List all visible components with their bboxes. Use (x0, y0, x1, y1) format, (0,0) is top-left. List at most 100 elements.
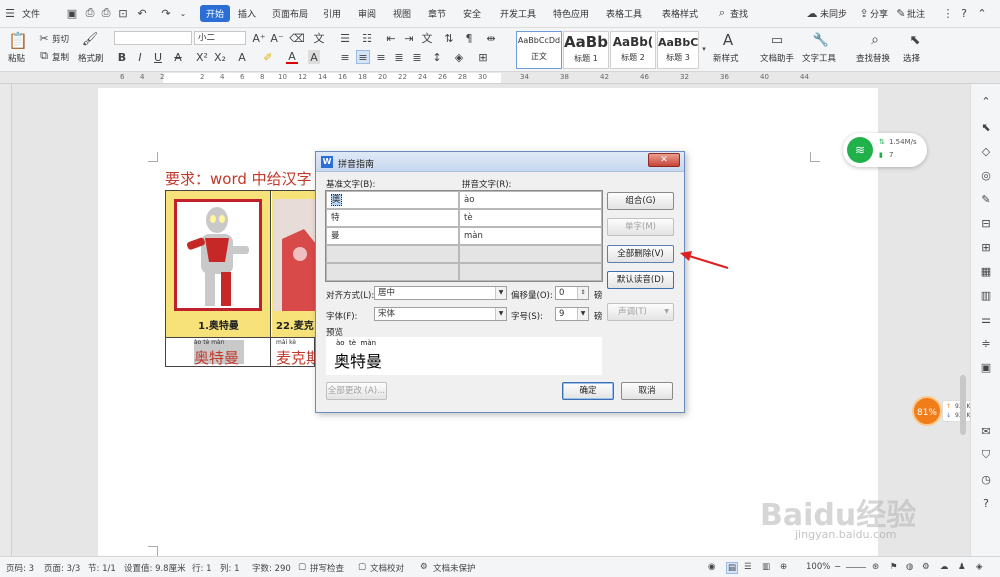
chinese-layout-icon[interactable]: 文 (420, 31, 434, 45)
superscript-icon[interactable]: X² (196, 50, 208, 64)
underline-button[interactable]: U (152, 50, 164, 64)
status-page-number[interactable]: 页码: 3 (6, 562, 34, 574)
style-normal[interactable]: AaBbCcDd 正文 (516, 31, 562, 69)
align-right-icon[interactable]: ≡ (374, 50, 388, 64)
document-heading[interactable]: 要求：word 中给汉字 (165, 168, 312, 189)
shape-icon[interactable]: ◇ (979, 144, 993, 158)
location-icon[interactable]: ◎ (979, 168, 993, 182)
text-tools-icon[interactable]: 🔧 (812, 31, 830, 49)
zoom-out-icon[interactable]: − (834, 562, 841, 572)
sort-icon[interactable]: ⇅ (442, 31, 456, 45)
web-view-icon[interactable]: ⊕ (780, 562, 787, 572)
strikethrough-icon[interactable]: A (172, 50, 184, 64)
status-word-count[interactable]: 字数: 290 (252, 562, 291, 574)
cancel-button[interactable]: 取消 (621, 382, 673, 400)
style-heading-2[interactable]: AaBb( 标题 2 (610, 31, 656, 69)
help-icon[interactable]: ? (958, 7, 970, 20)
offset-stepper[interactable]: 0 ⇕ (555, 286, 589, 300)
cut-icon[interactable]: ✂ (38, 32, 50, 45)
menu-icon[interactable]: ☰ (4, 7, 16, 20)
vertical-ruler[interactable] (0, 84, 12, 556)
page-view-icon[interactable]: ▤ (726, 562, 739, 574)
status-setting[interactable]: 设置值: 9.8厘米 (124, 562, 186, 574)
sync-status[interactable]: 未同步 (820, 7, 847, 20)
table-cell-2[interactable]: 22.麦克 (272, 191, 316, 337)
base-cell-2[interactable]: 特 (326, 209, 459, 227)
tab-review[interactable]: 审阅 (358, 7, 376, 20)
group-button[interactable]: 组合(G) (607, 192, 674, 210)
tab-references[interactable]: 引用 (323, 7, 341, 20)
preview-icon[interactable]: ⊡ (117, 7, 129, 20)
phonetic-guide-icon[interactable]: 文 (312, 31, 326, 45)
select-cursor-icon[interactable]: ⬉ (979, 120, 993, 134)
status-section[interactable]: 节: 1/1 (88, 562, 116, 574)
increase-indent-icon[interactable]: ⇥ (402, 31, 416, 45)
export-icon[interactable]: ⎙ (84, 6, 96, 19)
help-icon[interactable]: ? (979, 496, 993, 510)
tab-stops-icon[interactable]: ⇹ (484, 31, 498, 45)
table-cell-4[interactable]: mài kè 麦克斯 (272, 338, 316, 367)
font-name-input[interactable] (114, 31, 192, 45)
table-icon[interactable]: ⊞ (979, 240, 993, 254)
dialog-close-icon[interactable]: ✕ (648, 153, 680, 167)
image-icon[interactable]: ▣ (979, 360, 993, 374)
document-table[interactable]: 1.奥特曼 22.麦克 ào tè màn 奥特曼 mài kè 麦克斯 (165, 190, 316, 367)
sliders-icon[interactable]: ⚌ (979, 312, 993, 326)
doc-helper-button[interactable]: 文档助手 (760, 52, 794, 64)
spell-check-button[interactable]: 拼写检查 (310, 562, 344, 574)
customize-chevron-icon[interactable]: ⌄ (178, 7, 188, 19)
copy-button[interactable]: 复制 (52, 51, 69, 63)
tab-table-tools[interactable]: 表格工具 (606, 7, 642, 20)
justify-icon[interactable]: ≣ (392, 50, 406, 64)
library-icon[interactable]: ⊟ (979, 216, 993, 230)
style-heading-1[interactable]: AaBb 标题 1 (563, 31, 609, 69)
single-char-button[interactable]: 单字(M) (607, 218, 674, 236)
tab-chapter[interactable]: 章节 (428, 7, 446, 20)
collapse-ribbon-icon[interactable]: ⌃ (976, 7, 988, 20)
format-painter-icon[interactable]: 🖌 (82, 31, 99, 47)
clear-all-button[interactable]: 全部删除(V) (607, 245, 674, 263)
search-icon[interactable]: ⌕ (716, 6, 728, 19)
font-select[interactable]: 宋体 ▼ (374, 307, 507, 321)
bullets-icon[interactable]: ☰ (338, 31, 352, 45)
new-style-icon[interactable]: A (718, 31, 738, 49)
select-cursor-icon[interactable]: ⬉ (906, 31, 924, 49)
highlight-icon[interactable]: ✐ (262, 50, 274, 64)
style-heading-3[interactable]: AaBbC( 标题 3 (657, 31, 699, 69)
select-button[interactable]: 选择 (903, 52, 920, 64)
tab-home[interactable]: 开始 (200, 5, 231, 22)
find-replace-icon[interactable]: ⌕ (866, 31, 884, 49)
redo-icon[interactable]: ↷ (160, 7, 172, 20)
horizontal-ruler[interactable]: 6 4 2 2 4 6 8 10 12 14 16 18 20 22 24 26… (0, 72, 1000, 84)
text-effect-icon[interactable]: A (236, 50, 248, 64)
italic-button[interactable]: I (134, 50, 146, 64)
menu-search[interactable]: 查找 (730, 7, 748, 20)
find-replace-button[interactable]: 查找替换 (856, 52, 890, 64)
table-cell-1[interactable]: 1.奥特曼 (166, 191, 271, 337)
new-style-button[interactable]: 新样式 (713, 52, 739, 64)
style-icon[interactable]: ✎ (979, 192, 993, 206)
shield-icon[interactable]: ⛉ (979, 448, 993, 462)
change-all-button[interactable]: 全部更改 (A)... (326, 382, 387, 400)
tab-insert[interactable]: 插入 (238, 7, 256, 20)
filter-icon[interactable]: ≑ (979, 336, 993, 350)
show-marks-icon[interactable]: ¶ (462, 31, 476, 45)
default-reading-button[interactable]: 默认读音(D) (607, 271, 674, 289)
cut-button[interactable]: 剪切 (52, 33, 69, 45)
font-color-icon[interactable]: A (286, 50, 298, 64)
paste-icon[interactable]: 📋 (8, 31, 28, 50)
print-icon[interactable]: ⎙ (100, 6, 112, 19)
doc-helper-icon[interactable]: ▭ (768, 31, 786, 49)
pinyin-cell-1[interactable]: ào (459, 191, 602, 209)
grow-font-icon[interactable]: A⁺ (252, 31, 266, 45)
pinyin-cell-3[interactable]: màn (459, 227, 602, 245)
size-select[interactable]: 9 ▼ (555, 307, 589, 321)
subscript-icon[interactable]: X₂ (214, 50, 226, 64)
align-center-icon[interactable]: ≡ (356, 50, 370, 64)
pinyin-cell-2[interactable]: tè (459, 209, 602, 227)
copy-icon[interactable]: ⧉ (38, 49, 50, 62)
align-left-icon[interactable]: ≡ (338, 50, 352, 64)
tab-view[interactable]: 视图 (393, 7, 411, 20)
clear-format-icon[interactable]: ⌫ (289, 31, 305, 45)
undo-icon[interactable]: ↶ (136, 7, 148, 20)
